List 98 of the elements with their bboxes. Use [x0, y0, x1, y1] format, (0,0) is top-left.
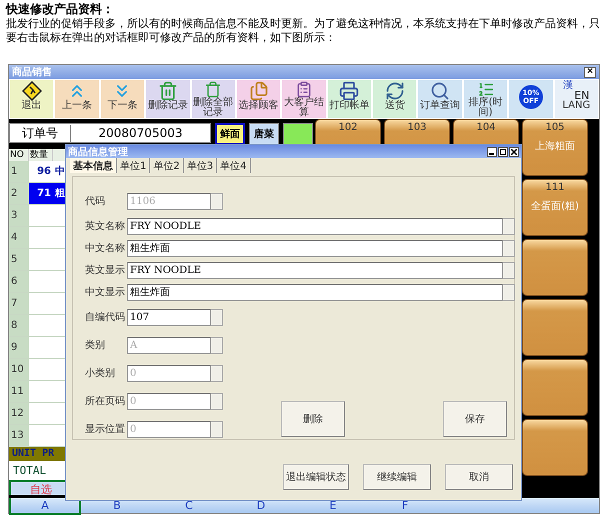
field-label: 小类别: [85, 366, 116, 380]
dialog-tab[interactable]: 单位2: [150, 158, 184, 173]
field-label: 英文名称: [85, 220, 126, 233]
intro-paragraph: 批发行业的促销手段多，所以有的时候商品信息不能及时更新。为了避免这种情况，本系统支持在下单时修改产品资料，只要右击鼠标在弹出的对话框即可修改产品的所有资料，如下图所示：: [6, 17, 601, 45]
column-header: NO: [9, 149, 29, 161]
product-button[interactable]: [522, 299, 588, 356]
input-field[interactable]: FRY NOODLE: [127, 262, 503, 278]
toolbar-button[interactable]: 送货: [372, 79, 418, 119]
toolbar-button[interactable]: 下一条: [100, 79, 146, 119]
field-label: 自编代码: [85, 310, 126, 324]
row-number: 7: [9, 293, 29, 315]
dialog-button[interactable]: 退出编辑状态: [283, 464, 349, 490]
window-title: 商品销售: [12, 65, 52, 79]
field-label: 类别: [85, 338, 106, 352]
minimize-button[interactable]: [487, 146, 497, 156]
toolbar-button[interactable]: 排序(时间): [462, 79, 508, 119]
product-button[interactable]: [522, 419, 588, 476]
document-stack-icon: [248, 81, 269, 101]
category-tab[interactable]: 鲜面: [215, 123, 245, 145]
close-button[interactable]: [509, 146, 519, 156]
search-icon: [430, 81, 450, 101]
language-icon: 漢 EN: [563, 81, 590, 101]
toolbar-button[interactable]: 漢 EN LANG: [554, 79, 599, 119]
dialog-button[interactable]: 取消: [445, 464, 513, 490]
toolbar-button[interactable]: 删除全部记录: [190, 79, 236, 119]
row-number: 2: [9, 183, 29, 205]
toolbar-button[interactable]: 打印帐单: [326, 79, 372, 119]
recycle-bin-icon: [158, 81, 178, 101]
product-button[interactable]: [522, 359, 588, 416]
row-number: 5: [9, 249, 29, 271]
toolbar-button[interactable]: 订单查询: [417, 79, 463, 119]
field-picker-button[interactable]: [211, 192, 223, 210]
input-field[interactable]: 粗生炸面: [127, 284, 503, 300]
dialog-tab[interactable]: 单位1: [117, 158, 150, 173]
warning-sign-icon: [22, 81, 42, 101]
field-picker-button[interactable]: [211, 420, 223, 438]
dialog-button[interactable]: 继续编辑: [363, 464, 431, 490]
row-number: 12: [9, 403, 29, 425]
column-letter[interactable]: F: [369, 498, 441, 515]
row-number: 3: [9, 205, 29, 227]
row-number: 10: [9, 359, 29, 381]
row-number: 11: [9, 381, 29, 403]
total-label: TOTAL: [9, 461, 65, 480]
maximize-button[interactable]: [498, 146, 508, 156]
close-icon: [511, 148, 517, 154]
product-button[interactable]: [522, 239, 588, 296]
column-header: 数量: [29, 149, 53, 161]
field-label: 中文名称: [85, 242, 126, 255]
column-letter[interactable]: C: [153, 498, 225, 515]
field-picker-button[interactable]: [503, 240, 515, 256]
delete-button[interactable]: 删除: [281, 401, 345, 437]
field-picker-button[interactable]: [211, 364, 223, 382]
save-button[interactable]: 保存: [443, 401, 507, 437]
field-picker-button[interactable]: [503, 284, 515, 300]
column-letter[interactable]: D: [225, 498, 297, 515]
row-number: 9: [9, 337, 29, 359]
row-number: 4: [9, 227, 29, 249]
quantity-cell: 71: [29, 183, 53, 205]
maximize-icon: [500, 148, 506, 154]
row-number: 13: [9, 425, 29, 447]
order-number: 20080705003: [98, 126, 184, 140]
field-picker-button[interactable]: [211, 392, 223, 410]
column-letter[interactable]: B: [81, 498, 153, 515]
field-picker-button[interactable]: [211, 336, 223, 354]
input-field[interactable]: 粗生炸面: [127, 240, 503, 256]
row-number: 6: [9, 271, 29, 293]
dialog-tab[interactable]: 基本信息: [70, 158, 117, 173]
toolbar-button[interactable]: 退出: [9, 79, 54, 119]
field-picker-button[interactable]: [211, 308, 223, 326]
field-picker-button[interactable]: [503, 218, 515, 234]
input-field[interactable]: FRY NOODLE: [127, 218, 503, 234]
category-tab[interactable]: 唐菜: [249, 123, 279, 145]
field-label: 代码: [85, 195, 106, 208]
toolbar-button[interactable]: 上一条: [54, 79, 100, 119]
column-letter[interactable]: E: [297, 498, 369, 515]
field-label: 显示位置: [85, 422, 126, 436]
row-number: 1: [9, 161, 29, 183]
field-label: 所在页码: [85, 394, 126, 408]
heading: 快速修改产品资料：: [6, 2, 115, 17]
category-tab[interactable]: [283, 123, 313, 145]
quantity-cell: 96: [29, 161, 53, 183]
dialog-tab[interactable]: 单位4: [217, 158, 250, 173]
toolbar-button[interactable]: 删除记录: [145, 79, 191, 119]
toolbar-button[interactable]: 选择顾客: [236, 79, 282, 119]
field-label: 中文显示: [85, 286, 126, 299]
printer-icon: [339, 81, 360, 101]
input-field[interactable]: 107: [127, 308, 211, 326]
dialog-title: 商品信息管理: [68, 145, 128, 158]
refresh-icon: [384, 81, 405, 101]
toolbar-button[interactable]: 大客户结算: [281, 79, 327, 119]
dialog-tab[interactable]: 单位3: [184, 158, 218, 173]
close-button[interactable]: ×: [584, 66, 596, 78]
field-label: 英文显示: [85, 264, 126, 277]
product-button[interactable]: 111 全蛋面(粗): [522, 179, 588, 236]
order-label: 订单号: [10, 124, 71, 142]
row-number: 8: [9, 315, 29, 337]
product-button[interactable]: 105 上海粗面: [522, 119, 588, 176]
field-picker-button[interactable]: [503, 262, 515, 278]
